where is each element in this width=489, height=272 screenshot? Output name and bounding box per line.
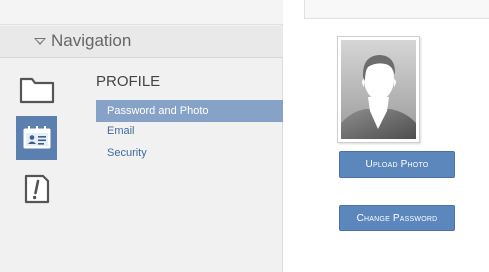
nav-top-strip	[0, 0, 283, 25]
menu-item-email[interactable]: Email	[96, 122, 283, 140]
navigation-panel: Navigation PROFILE Password and Photo Em…	[0, 0, 283, 272]
change-password-button[interactable]: Change Password	[339, 205, 455, 231]
nav-icon-folder[interactable]	[16, 68, 57, 110]
navigation-title: Navigation	[51, 31, 132, 50]
navigation-header[interactable]: Navigation	[0, 26, 283, 58]
avatar-placeholder-icon	[341, 40, 416, 139]
profile-card-icon	[23, 126, 50, 149]
menu-item-password-and-photo[interactable]: Password and Photo	[96, 100, 283, 122]
profile-section-title: PROFILE	[96, 73, 161, 90]
nav-icon-profile[interactable]	[16, 116, 57, 160]
upload-photo-button[interactable]: Upload Photo	[339, 151, 455, 178]
menu-item-security[interactable]: Security	[96, 144, 283, 162]
alert-icon	[24, 174, 49, 204]
nav-icon-alert[interactable]	[16, 168, 57, 210]
profile-photo	[337, 36, 420, 143]
collapse-triangle-inner	[36, 39, 44, 43]
folder-icon	[19, 77, 54, 104]
top-bar	[304, 0, 489, 19]
page: Navigation PROFILE Password and Photo Em…	[0, 0, 489, 272]
